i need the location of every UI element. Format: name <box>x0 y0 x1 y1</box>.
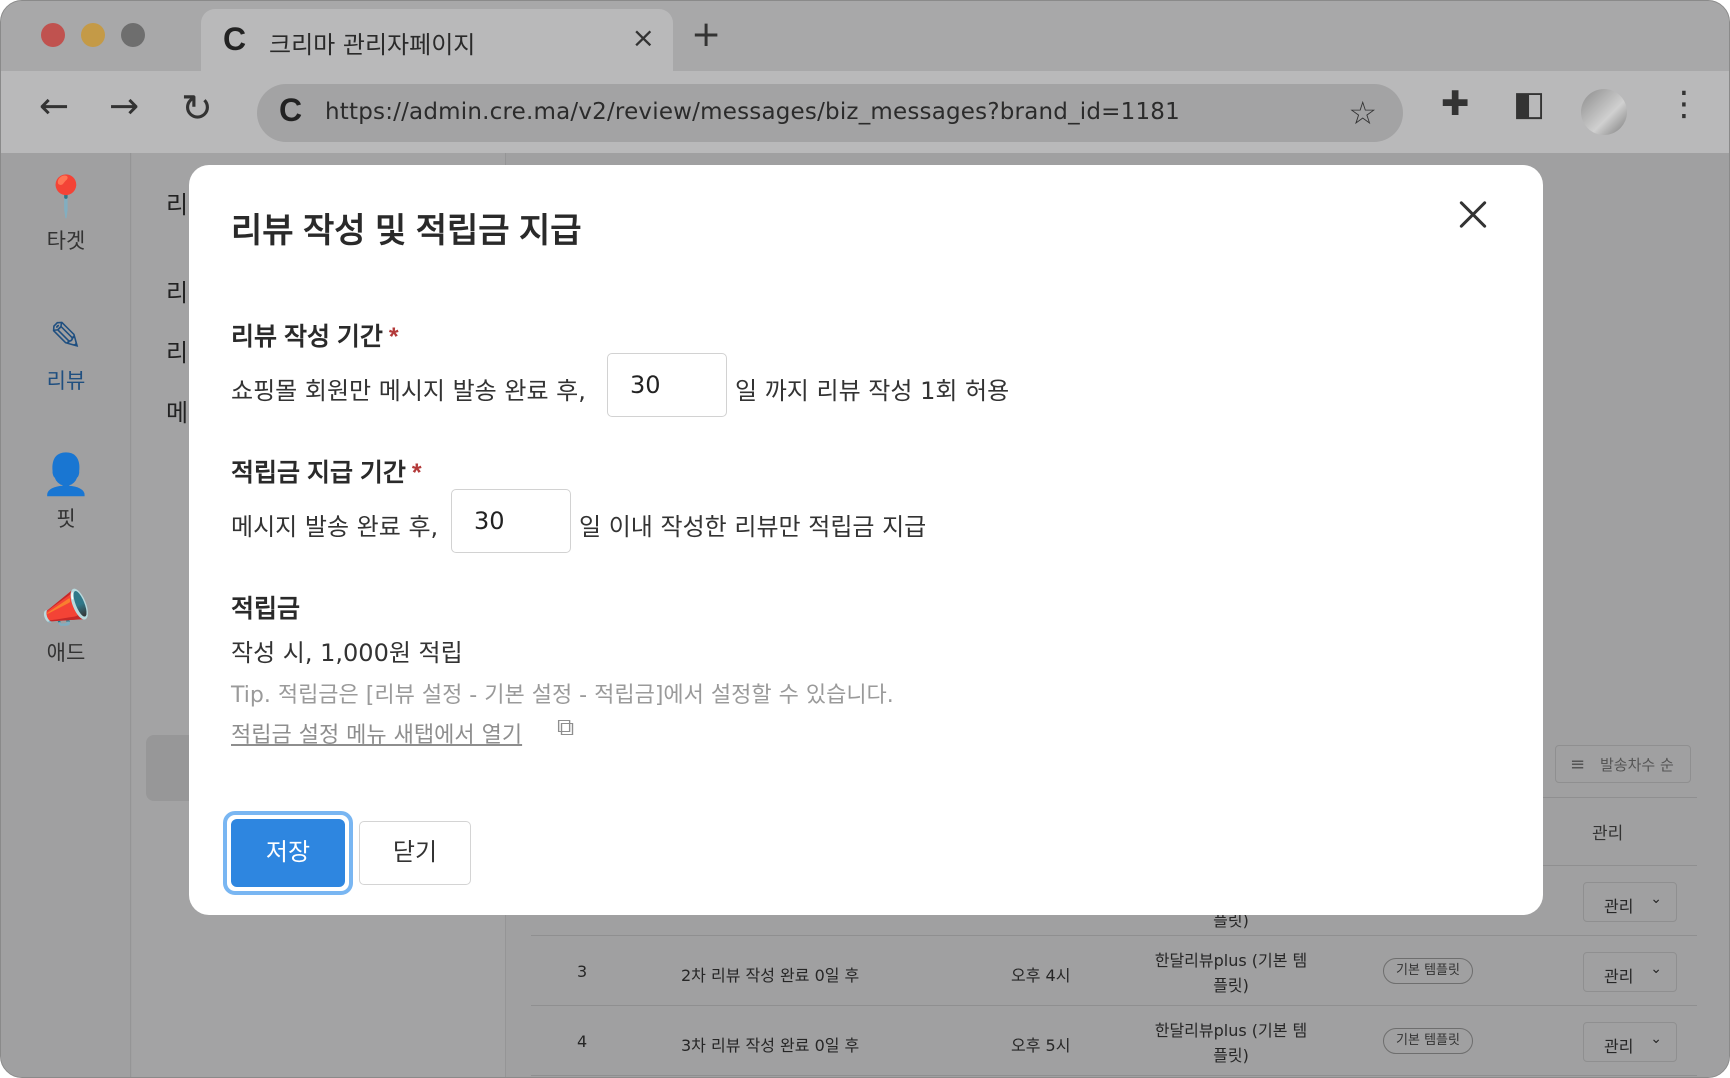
modal-title: 리뷰 작성 및 적립금 지급 <box>231 212 582 250</box>
location-pin-icon: 📍 <box>41 174 91 220</box>
site-favicon-icon: C <box>279 92 303 128</box>
sidebar-item-label: 타겟 <box>46 229 86 253</box>
table-row: 3 2차 리뷰 작성 완료 0일 후 오후 4시 한달리뷰plus (기본 템플… <box>531 936 1697 1006</box>
close-button[interactable]: 닫기 <box>359 821 471 885</box>
sort-lines-icon: ≡ <box>1570 754 1586 775</box>
reward-period-suffix: 일 이내 작성한 리뷰만 적립금 지급 <box>579 513 927 541</box>
close-icon[interactable] <box>1453 195 1493 235</box>
required-mark: * <box>411 459 422 487</box>
browser-window: C 크리마 관리자페이지 × + ← → ↻ C https://admin.c… <box>0 0 1730 1078</box>
external-link-icon[interactable]: ⧉ <box>557 713 574 741</box>
window-minimize-dot[interactable] <box>81 23 105 47</box>
send-condition: 2차 리뷰 작성 완료 0일 후 <box>681 966 860 985</box>
chevron-down-icon: ⌄ <box>1650 1031 1662 1047</box>
save-button[interactable]: 저장 <box>231 819 345 887</box>
sort-label: 발송차수 순 <box>1600 756 1674 774</box>
reward-tip: Tip. 적립금은 [리뷰 설정 - 기본 설정 - 적립금]에서 설정할 수 … <box>231 683 894 708</box>
template-cell: 한달리뷰plus (기본 템플릿) <box>1154 951 1308 995</box>
browser-toolbar: ← → ↻ C https://admin.cre.ma/v2/review/m… <box>1 71 1729 153</box>
profile-avatar[interactable] <box>1581 89 1627 135</box>
manage-dropdown[interactable]: 관리 ⌄ <box>1583 1022 1677 1062</box>
sidebar-item-label: 애드 <box>46 641 86 665</box>
app-sidebar: 📍 타겟 ✎ 리뷰 👤 핏 📣 애드 <box>1 153 131 1077</box>
chevron-down-icon: ⌄ <box>1650 961 1662 977</box>
template-badge: 기본 템플릿 <box>1383 958 1473 984</box>
tab-bar: C 크리마 관리자페이지 × + <box>1 1 1729 71</box>
reward-period-prefix: 메시지 발송 완료 후, <box>231 513 439 541</box>
reload-icon[interactable]: ↻ <box>181 89 213 127</box>
manage-label: 관리 <box>1604 1037 1634 1056</box>
round-number: 3 <box>577 962 588 981</box>
sidebar-item-label: 리뷰 <box>46 369 86 393</box>
sidebar-item-ad[interactable]: 📣 애드 <box>1 585 131 667</box>
table-row: 4 3차 리뷰 작성 완료 0일 후 오후 5시 한달리뷰plus (기본 템플… <box>531 1006 1697 1076</box>
manage-label: 관리 <box>1604 967 1634 986</box>
sidebar-item-fit[interactable]: 👤 핏 <box>1 451 131 533</box>
template-cell: 한달리뷰plus (기본 템플릿) <box>1154 1021 1308 1065</box>
review-period-label-text: 리뷰 작성 기간 <box>231 323 383 351</box>
review-reward-modal: 리뷰 작성 및 적립금 지급 리뷰 작성 기간 * 쇼핑몰 회원만 메시지 발송 … <box>189 165 1543 915</box>
send-time: 오후 5시 <box>1011 1036 1071 1055</box>
window-zoom-dot[interactable] <box>121 23 145 47</box>
manage-column-header: 관리 <box>1592 824 1624 844</box>
review-period-days-input[interactable] <box>607 353 727 417</box>
back-arrow-icon[interactable]: ← <box>39 89 69 125</box>
subnav-item[interactable]: 리 <box>166 273 188 308</box>
address-url[interactable]: https://admin.cre.ma/v2/review/messages/… <box>325 99 1180 125</box>
reward-label: 적립금 <box>231 595 301 623</box>
user-check-icon: 👤 <box>41 452 91 498</box>
crema-favicon-icon: C <box>223 21 247 57</box>
reward-period-label-text: 적립금 지급 기간 <box>231 459 406 487</box>
reward-period-label: 적립금 지급 기간 * <box>231 453 422 489</box>
reward-settings-link[interactable]: 적립금 설정 메뉴 새탭에서 열기 <box>231 717 522 749</box>
review-period-label: 리뷰 작성 기간 * <box>231 317 399 353</box>
tab-title: 크리마 관리자페이지 <box>269 31 476 59</box>
review-period-prefix: 쇼핑몰 회원만 메시지 발송 완료 후, <box>231 377 586 405</box>
extensions-puzzle-icon[interactable]: ✚ <box>1441 87 1470 121</box>
side-panel-icon[interactable]: ◧ <box>1513 87 1545 121</box>
megaphone-icon: 📣 <box>41 586 91 632</box>
sidebar-item-target[interactable]: 📍 타겟 <box>1 173 131 255</box>
tab-close-icon[interactable]: × <box>632 21 655 54</box>
sort-button[interactable]: ≡ 발송차수 순 <box>1555 745 1691 783</box>
review-period-suffix: 일 까지 리뷰 작성 1회 허용 <box>735 377 1010 405</box>
manage-label: 관리 <box>1604 897 1634 916</box>
template-badge: 기본 템플릿 <box>1383 1028 1473 1054</box>
sidebar-item-label: 핏 <box>56 507 76 531</box>
edit-icon: ✎ <box>49 314 83 360</box>
new-tab-icon[interactable]: + <box>691 17 721 53</box>
round-number: 4 <box>577 1032 588 1051</box>
reward-amount-text: 작성 시, 1,000원 적립 <box>231 639 463 667</box>
bookmark-star-icon[interactable]: ☆ <box>1348 94 1377 132</box>
forward-arrow-icon[interactable]: → <box>109 89 139 125</box>
send-condition: 3차 리뷰 작성 완료 0일 후 <box>681 1036 860 1055</box>
reward-period-days-input[interactable] <box>451 489 571 553</box>
address-bar[interactable]: C https://admin.cre.ma/v2/review/message… <box>257 84 1403 142</box>
subnav-item[interactable]: 메 <box>166 393 188 428</box>
chevron-down-icon: ⌄ <box>1650 891 1662 907</box>
send-time: 오후 4시 <box>1011 966 1071 985</box>
manage-dropdown[interactable]: 관리 ⌄ <box>1583 882 1677 922</box>
subnav-item[interactable]: 리 <box>166 333 188 368</box>
browser-tab[interactable]: C 크리마 관리자페이지 × <box>201 9 673 71</box>
manage-dropdown[interactable]: 관리 ⌄ <box>1583 952 1677 992</box>
required-mark: * <box>388 323 399 351</box>
browser-menu-icon[interactable]: ⋮ <box>1667 87 1701 121</box>
window-close-dot[interactable] <box>41 23 65 47</box>
sidebar-item-review[interactable]: ✎ 리뷰 <box>1 313 131 395</box>
subnav-item[interactable]: 리 <box>166 185 188 220</box>
